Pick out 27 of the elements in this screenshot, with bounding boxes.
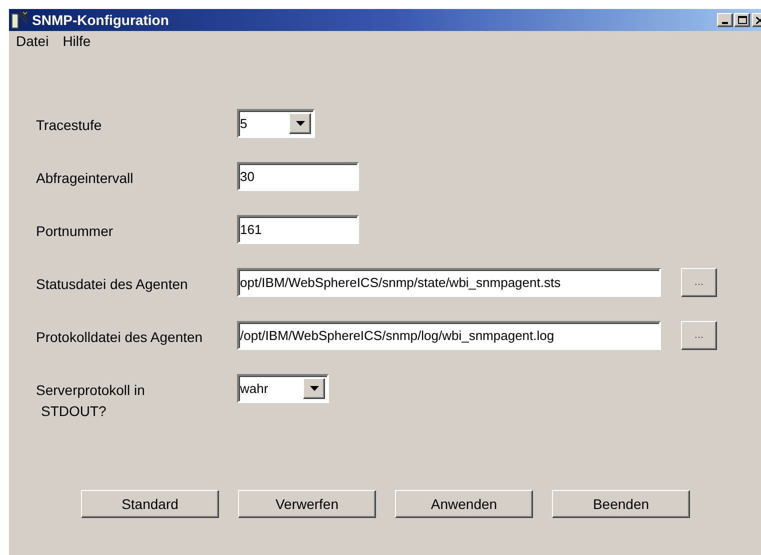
field-label: Statusdatei des Agenten [36,275,189,293]
field-label: Portnummer [36,222,114,240]
menu-item[interactable]: Datei [16,30,49,52]
field-label: Tracestufe [36,116,103,134]
input-field[interactable]: opt/IBM/WebSphereICS/snmp/state/wbi_snmpagent.sts [237,268,661,297]
dropdown[interactable]: wahr [237,374,329,403]
app-icon [11,11,29,29]
field-label: Protokolldatei des Agenten [36,328,204,346]
browse-button[interactable]: ... [681,268,717,297]
maximize-icon [738,16,746,24]
dropdown[interactable]: 5 [237,109,315,138]
input-field[interactable]: 161 [237,215,359,244]
menu-item[interactable]: Hilfe [62,30,91,52]
minimize-button[interactable] [717,13,733,27]
input-field[interactable]: /opt/IBM/WebSphereICS/snmp/log/wbi_snmpagent.log [237,321,661,350]
input-field[interactable]: 30 [237,162,359,191]
window-title: SNMP-Konfiguration [32,10,169,30]
minimize-icon [722,22,728,24]
field-label: Abfrageintervall [36,169,134,187]
maximize-button[interactable] [734,13,750,27]
dialog-button[interactable]: Beenden [552,490,690,518]
browse-button[interactable]: ... [681,321,717,350]
dialog-button[interactable]: Anwenden [395,490,533,518]
dialog-button[interactable]: Verwerfen [238,490,376,518]
field-label: STDOUT? [40,402,108,420]
dialog-button[interactable]: Standard [81,490,219,518]
field-label: Serverprotokoll in [36,381,146,399]
